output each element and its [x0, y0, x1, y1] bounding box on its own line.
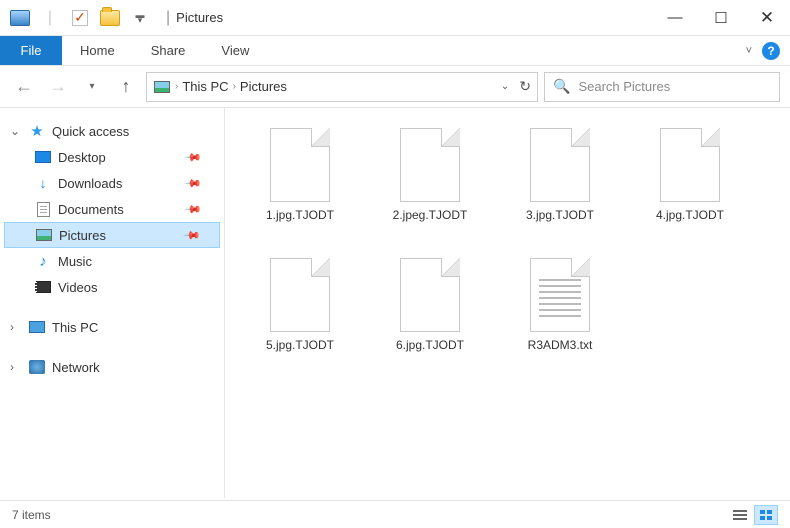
file-item[interactable]: 3.jpg.TJODT: [495, 120, 625, 250]
tab-share[interactable]: Share: [133, 36, 204, 65]
file-icon: [270, 258, 330, 332]
videos-icon: [34, 279, 52, 295]
music-icon: ♪: [34, 253, 52, 269]
pin-icon: 📌: [183, 226, 202, 245]
file-icon: [530, 128, 590, 202]
sidebar-label: Quick access: [52, 124, 129, 139]
file-item[interactable]: 6.jpg.TJODT: [365, 250, 495, 380]
expand-icon[interactable]: ›: [10, 320, 22, 334]
history-dropdown[interactable]: ▾: [78, 73, 106, 101]
quick-access-toolbar: | ✓ ▬▾: [0, 4, 160, 32]
ribbon-collapse-icon[interactable]: ˅: [746, 45, 752, 57]
pictures-icon: [35, 227, 53, 243]
file-label: R3ADM3.txt: [528, 338, 593, 352]
search-icon: 🔍: [553, 78, 570, 95]
sidebar-item-label: Downloads: [58, 176, 122, 191]
title-bar: | ✓ ▬▾ | Pictures — ☐ ✕: [0, 0, 790, 36]
tab-home[interactable]: Home: [62, 36, 133, 65]
sidebar-item-label: Music: [58, 254, 92, 269]
sidebar-item-label: Documents: [58, 202, 124, 217]
file-item[interactable]: 1.jpg.TJODT: [235, 120, 365, 250]
file-item[interactable]: 5.jpg.TJODT: [235, 250, 365, 380]
qat-separator: |: [36, 4, 64, 32]
file-icon: [660, 128, 720, 202]
sidebar-item-music[interactable]: ♪ Music: [4, 248, 220, 274]
sidebar-item-documents[interactable]: Documents 📌: [4, 196, 220, 222]
breadcrumb-this-pc[interactable]: This PC: [182, 79, 228, 94]
tab-view[interactable]: View: [203, 36, 267, 65]
status-bar: 7 items: [0, 500, 790, 528]
item-count: 7 items: [12, 508, 51, 522]
address-bar[interactable]: › This PC › Pictures ⌄ ↻: [146, 72, 538, 102]
sidebar-item-downloads[interactable]: ↓ Downloads 📌: [4, 170, 220, 196]
search-placeholder: Search Pictures: [578, 79, 670, 94]
file-label: 2.jpeg.TJODT: [393, 208, 468, 222]
sidebar-item-label: Videos: [58, 280, 98, 295]
back-button[interactable]: ←: [10, 73, 38, 101]
pin-icon: 📌: [184, 174, 203, 193]
file-label: 5.jpg.TJODT: [266, 338, 334, 352]
body: ⌄ ★ Quick access Desktop 📌 ↓ Downloads 📌…: [0, 108, 790, 498]
file-icon: [400, 258, 460, 332]
expand-icon[interactable]: ⌄: [10, 124, 22, 138]
file-item[interactable]: R3ADM3.txt: [495, 250, 625, 380]
file-list[interactable]: 1.jpg.TJODT 2.jpeg.TJODT 3.jpg.TJODT 4.jpg.…: [225, 108, 790, 498]
pin-icon: 📌: [184, 200, 203, 219]
crumb-sep-icon[interactable]: ›: [233, 81, 236, 92]
crumb-sep-icon[interactable]: ›: [175, 81, 178, 92]
search-input[interactable]: 🔍 Search Pictures: [544, 72, 780, 102]
ribbon: File Home Share View ˅ ?: [0, 36, 790, 66]
refresh-icon[interactable]: ↻: [519, 78, 531, 95]
sidebar-item-label: Desktop: [58, 150, 106, 165]
sidebar: ⌄ ★ Quick access Desktop 📌 ↓ Downloads 📌…: [0, 108, 225, 498]
downloads-icon: ↓: [34, 175, 52, 191]
file-item[interactable]: 2.jpeg.TJODT: [365, 120, 495, 250]
window-controls: — ☐ ✕: [652, 2, 790, 34]
maximize-button[interactable]: ☐: [698, 2, 744, 34]
file-tab[interactable]: File: [0, 36, 62, 65]
nav-bar: ← → ▾ ↑ › This PC › Pictures ⌄ ↻ 🔍 Searc…: [0, 66, 790, 108]
network-icon: [28, 359, 46, 375]
star-icon: ★: [28, 123, 46, 139]
expand-icon[interactable]: ›: [10, 360, 22, 374]
breadcrumb-pictures[interactable]: Pictures: [240, 79, 287, 94]
text-file-icon: [530, 258, 590, 332]
help-icon[interactable]: ?: [762, 42, 780, 60]
file-icon: [270, 128, 330, 202]
file-icon: [400, 128, 460, 202]
minimize-button[interactable]: —: [652, 2, 698, 34]
sidebar-item-desktop[interactable]: Desktop 📌: [4, 144, 220, 170]
forward-button[interactable]: →: [44, 73, 72, 101]
file-label: 1.jpg.TJODT: [266, 208, 334, 222]
file-label: 4.jpg.TJODT: [656, 208, 724, 222]
details-view-button[interactable]: [728, 505, 752, 525]
sidebar-quick-access[interactable]: ⌄ ★ Quick access: [4, 118, 220, 144]
sidebar-item-label: Pictures: [59, 228, 106, 243]
file-label: 3.jpg.TJODT: [526, 208, 594, 222]
close-button[interactable]: ✕: [744, 2, 790, 34]
sidebar-this-pc[interactable]: › This PC: [4, 314, 220, 340]
explorer-icon[interactable]: [6, 4, 34, 32]
qat-dropdown[interactable]: ▬▾: [126, 4, 154, 32]
title-separator: |: [166, 9, 170, 27]
documents-icon: [34, 201, 52, 217]
file-label: 6.jpg.TJODT: [396, 338, 464, 352]
sidebar-label: This PC: [52, 320, 98, 335]
address-pictures-icon: [153, 79, 171, 95]
window-title: Pictures: [176, 10, 223, 25]
folder-icon[interactable]: [96, 4, 124, 32]
desktop-icon: [34, 149, 52, 165]
sidebar-label: Network: [52, 360, 100, 375]
sidebar-network[interactable]: › Network: [4, 354, 220, 380]
file-item[interactable]: 4.jpg.TJODT: [625, 120, 755, 250]
properties-toggle[interactable]: ✓: [66, 4, 94, 32]
pin-icon: 📌: [184, 148, 203, 167]
sidebar-item-pictures[interactable]: Pictures 📌: [4, 222, 220, 248]
up-button[interactable]: ↑: [112, 73, 140, 101]
pc-icon: [28, 319, 46, 335]
address-dropdown-icon[interactable]: ⌄: [501, 81, 509, 92]
icons-view-button[interactable]: [754, 505, 778, 525]
sidebar-item-videos[interactable]: Videos: [4, 274, 220, 300]
